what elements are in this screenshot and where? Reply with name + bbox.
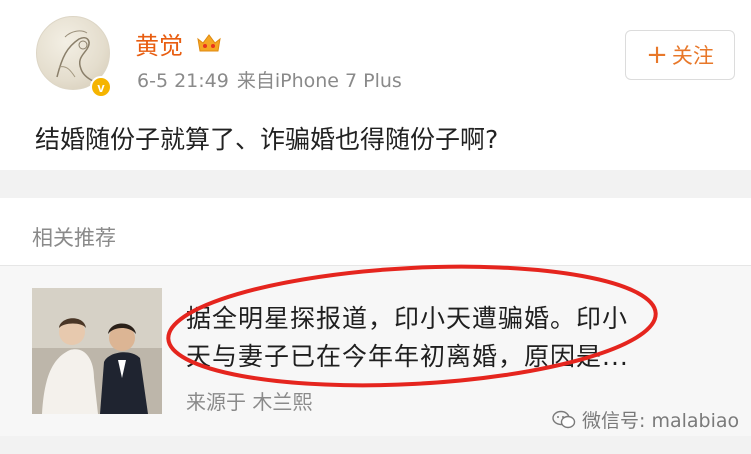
weibo-post: v 黄觉 6-5 21:49 来自iPhone 7 Plus + 关注 结婚随份子… — [0, 0, 751, 170]
plus-icon: + — [646, 40, 668, 70]
post-source[interactable]: 来自iPhone 7 Plus — [237, 70, 402, 92]
watermark-text: 微信号: malabiao — [582, 410, 740, 432]
section-divider — [0, 170, 751, 198]
follow-label: 关注 — [671, 44, 714, 68]
wechat-watermark: 微信号: malabiao — [552, 406, 739, 433]
post-time: 6-5 21:49 — [137, 70, 229, 92]
post-meta: 6-5 21:49 来自iPhone 7 Plus — [137, 66, 402, 93]
recommend-text-line-1: 据全明星探报道，印小天遭骗婚。印小 — [186, 304, 629, 333]
member-crown-icon — [197, 34, 221, 52]
username[interactable]: 黄觉 — [135, 26, 183, 61]
wedding-photo-image — [32, 288, 162, 414]
recommend-card-source: 来源于 木兰熙 — [186, 390, 313, 414]
recommend-card-text[interactable]: 据全明星探报道，印小天遭骗婚。印小 天与妻子已在今年年初离婚，原因是... — [186, 300, 716, 376]
recommend-text-line-2: 天与妻子已在今年年初离婚，原因是... — [186, 342, 629, 371]
recommend-section-title: 相关推荐 — [32, 226, 116, 250]
recommend-thumbnail[interactable] — [32, 288, 162, 414]
verified-badge-icon: v — [90, 76, 112, 98]
wechat-icon — [552, 410, 576, 428]
follow-button[interactable]: + 关注 — [625, 30, 735, 80]
bottom-divider — [0, 436, 751, 454]
post-text: 结婚随份子就算了、诈骗婚也得随份子啊? — [35, 125, 499, 154]
